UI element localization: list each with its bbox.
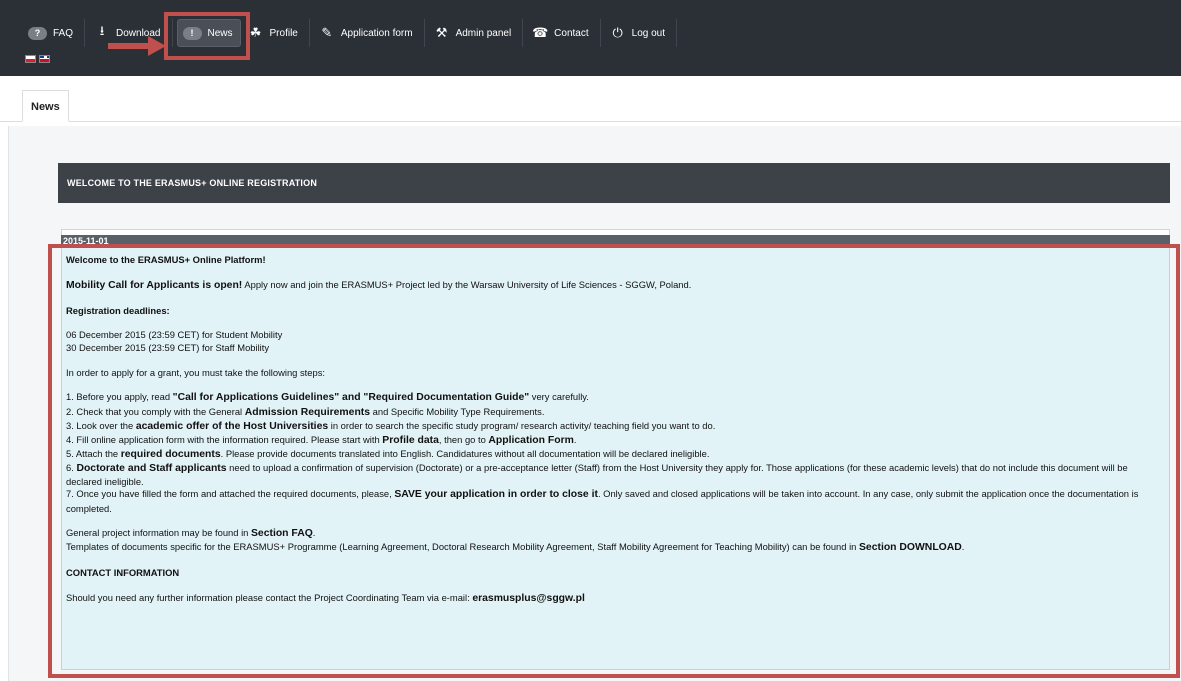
nav-application-form-label: Application form <box>340 27 413 39</box>
nav-faq-label: FAQ <box>53 27 74 39</box>
nav-faq[interactable]: ? FAQ <box>23 19 80 47</box>
form-icon: ✎ <box>321 25 333 40</box>
nav-separator <box>676 19 678 47</box>
nav-log-out[interactable]: ⏻ Log out <box>605 19 672 47</box>
language-switcher <box>25 55 50 63</box>
nav-admin-panel-label: Admin panel <box>455 27 512 39</box>
welcome-banner: WELCOME TO THE ERASMUS+ ONLINE REGISTRAT… <box>58 163 1170 203</box>
tab-bar: News <box>0 76 1181 122</box>
tab-news[interactable]: News <box>22 90 69 122</box>
content-highlight-box <box>48 244 1180 678</box>
nav-profile[interactable]: ☘ Profile <box>243 19 305 47</box>
annotation-arrow-icon <box>108 36 166 56</box>
nav-log-out-label: Log out <box>631 27 666 39</box>
nav-application-form[interactable]: ✎ Application form <box>314 19 420 47</box>
polish-flag-icon[interactable] <box>25 55 36 63</box>
nav-separator <box>522 19 524 47</box>
nav-contact[interactable]: ☎ Contact <box>527 19 595 47</box>
power-icon: ⏻ <box>612 25 623 40</box>
nav-separator <box>423 19 425 47</box>
news-highlight-box <box>164 12 250 60</box>
nav-separator <box>308 19 310 47</box>
nav-admin-panel[interactable]: ⚒ Admin panel <box>429 19 519 47</box>
uk-flag-icon[interactable] <box>39 55 50 63</box>
nav-separator <box>84 19 86 47</box>
phone-icon: ☎ <box>532 25 549 40</box>
nav-profile-label: Profile <box>269 27 298 39</box>
question-icon: ? <box>28 26 47 40</box>
nav-separator <box>599 19 601 47</box>
nav-contact-label: Contact <box>554 27 589 39</box>
tools-icon: ⚒ <box>435 25 448 40</box>
